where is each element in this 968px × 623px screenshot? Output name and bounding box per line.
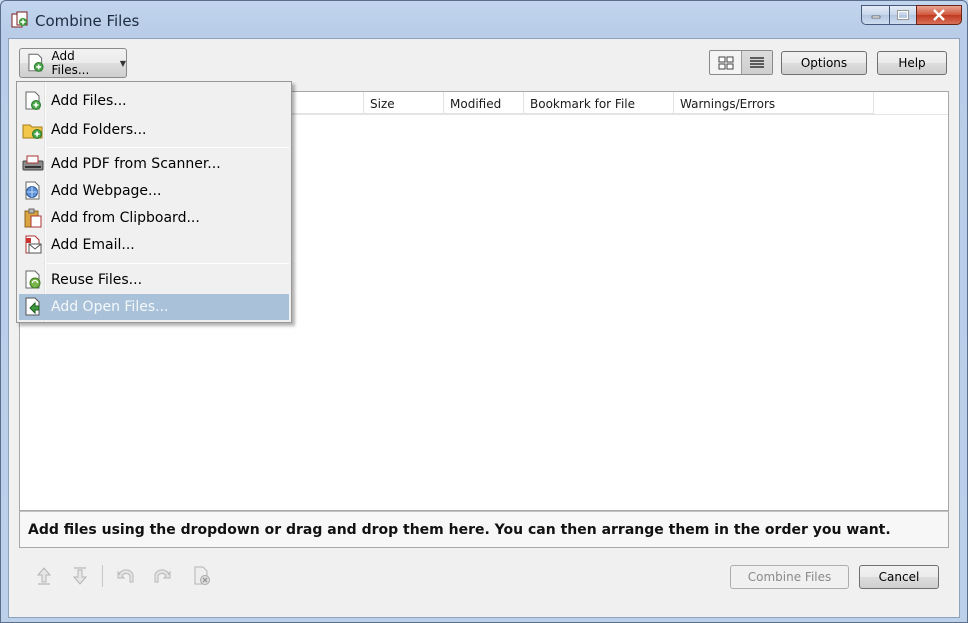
combine-files-app-icon [11, 11, 28, 28]
move-down-button[interactable] [69, 565, 91, 587]
instruction-text: Add files using the dropdown or drag and… [19, 511, 949, 548]
window-controls [861, 5, 962, 25]
help-button[interactable]: Help [877, 51, 947, 75]
undo-icon [117, 569, 134, 583]
menu-item-add-pdf-from-scanner[interactable]: Add PDF from Scanner... [19, 151, 289, 177]
combine-files-button[interactable]: Combine Files [730, 565, 849, 589]
menu-item-add-from-clipboard[interactable]: Add from Clipboard... [19, 205, 289, 231]
undo-button[interactable] [115, 565, 137, 587]
webpage-icon [21, 179, 45, 203]
column-header-bookmark[interactable]: Bookmark for File [524, 92, 674, 114]
remove-file-icon [194, 566, 210, 585]
add-folder-icon [21, 118, 45, 142]
chevron-down-icon: ▼ [119, 58, 126, 68]
menu-item-label: Reuse Files... [51, 272, 143, 288]
add-file-icon [28, 53, 44, 72]
menu-item-label: Add PDF from Scanner... [51, 156, 221, 172]
reuse-files-icon [21, 268, 45, 292]
move-up-icon [36, 567, 52, 585]
grid-view-icon [718, 56, 733, 69]
column-header-size[interactable]: Size [364, 92, 444, 114]
menu-item-label: Add Folders... [51, 122, 147, 138]
column-header-modified[interactable]: Modified [444, 92, 524, 114]
menu-item-add-webpage[interactable]: Add Webpage... [19, 178, 289, 204]
menu-separator [47, 147, 289, 148]
clipboard-icon [21, 206, 45, 230]
redo-button[interactable] [151, 565, 173, 587]
cancel-button[interactable]: Cancel [859, 565, 939, 589]
list-view-icon [750, 56, 764, 68]
move-down-icon [72, 567, 88, 585]
redo-icon [154, 569, 171, 583]
list-view-button[interactable] [741, 51, 772, 74]
thumbnail-view-button[interactable] [710, 51, 741, 74]
minimize-icon [871, 15, 880, 19]
add-file-icon [21, 89, 45, 113]
add-files-menu: Add Files... Add Folders... Add PDF from… [16, 81, 292, 323]
menu-item-label: Add from Clipboard... [51, 210, 200, 226]
options-button[interactable]: Options [781, 51, 867, 75]
maximize-button[interactable] [889, 5, 916, 25]
menu-item-label: Add Open Files... [51, 299, 169, 315]
add-files-dropdown-button[interactable]: Add Files... ▼ [19, 48, 127, 78]
menu-item-add-files[interactable]: Add Files... [19, 88, 289, 114]
toolbar-separator [102, 565, 103, 587]
menu-item-add-email[interactable]: Add Email... [19, 232, 289, 258]
scanner-icon [21, 152, 45, 176]
window-title: Combine Files [35, 12, 140, 30]
combine-files-window: Combine Files Add Files... ▼ Options Hel… [0, 0, 968, 623]
add-files-button-label: Add Files... [51, 49, 90, 77]
close-icon [933, 9, 945, 21]
menu-item-add-folders[interactable]: Add Folders... [19, 117, 289, 143]
column-header-warnings[interactable]: Warnings/Errors [674, 92, 874, 114]
minimize-button[interactable] [861, 5, 889, 25]
maximize-icon [897, 10, 909, 20]
menu-item-label: Add Email... [51, 237, 135, 253]
view-toggle [709, 50, 773, 75]
menu-item-reuse-files[interactable]: Reuse Files... [19, 267, 289, 293]
menu-separator [47, 263, 289, 264]
title-bar[interactable]: Combine Files [1, 1, 967, 39]
close-button[interactable] [916, 5, 962, 25]
menu-item-label: Add Webpage... [51, 183, 162, 199]
open-files-icon [21, 295, 45, 319]
remove-file-button[interactable] [191, 565, 213, 587]
menu-item-add-open-files[interactable]: Add Open Files... [19, 294, 289, 320]
move-up-button[interactable] [33, 565, 55, 587]
email-icon [21, 233, 45, 257]
menu-item-label: Add Files... [51, 93, 127, 109]
